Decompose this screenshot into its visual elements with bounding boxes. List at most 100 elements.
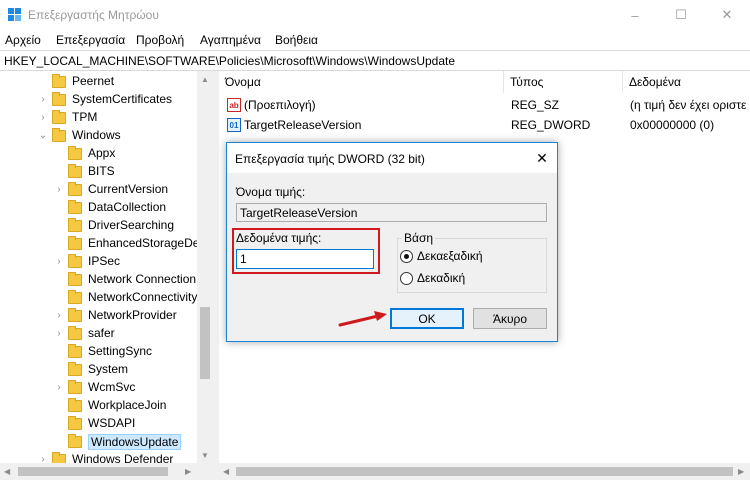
maximize-button[interactable]: ☐: [658, 0, 704, 30]
chevron-right-icon[interactable]: [54, 360, 64, 378]
tree-item[interactable]: BITS: [0, 162, 197, 180]
radio-decimal[interactable]: Δεκαδική: [400, 271, 465, 285]
chevron-right-icon[interactable]: [38, 72, 48, 90]
chevron-right-icon[interactable]: [54, 198, 64, 216]
tree-item-label: CurrentVersion: [88, 182, 169, 196]
chevron-right-icon[interactable]: [54, 270, 64, 288]
chevron-right-icon[interactable]: [54, 342, 64, 360]
tree-item-label: DriverSearching: [88, 218, 175, 232]
tree-item[interactable]: NetworkConnectivity: [0, 288, 197, 306]
folder-icon: [68, 398, 82, 412]
chevron-down-icon[interactable]: ⌄: [38, 126, 48, 144]
folder-icon: [68, 236, 82, 250]
chevron-right-icon[interactable]: [54, 288, 64, 306]
tree-item[interactable]: › NetworkProvider: [0, 306, 197, 324]
value-data-label: Δεδομένα τιμής:: [236, 231, 322, 245]
address-bar[interactable]: HKEY_LOCAL_MACHINE\SOFTWARE\Policies\Mic…: [0, 50, 750, 71]
value-row[interactable]: ab (Προεπιλογή) REG_SZ (η τιμή δεν έχει …: [219, 95, 750, 115]
menu-edit[interactable]: Επεξεργασία: [56, 33, 125, 47]
folder-icon: [68, 326, 82, 340]
tree-item[interactable]: › IPSec: [0, 252, 197, 270]
chevron-right-icon[interactable]: [54, 234, 64, 252]
tree-item[interactable]: WSDAPI: [0, 414, 197, 432]
tree-item-label: WorkplaceJoin: [88, 398, 167, 412]
folder-icon: [68, 272, 82, 286]
menu-help[interactable]: Βοήθεια: [275, 33, 318, 47]
radio-decimal-label: Δεκαδική: [417, 271, 466, 285]
value-name-field[interactable]: TargetReleaseVersion: [236, 203, 547, 222]
radio-hexadecimal-label: Δεκαεξαδική: [417, 249, 483, 263]
chevron-right-icon[interactable]: [54, 432, 64, 450]
chevron-right-icon[interactable]: ›: [38, 90, 48, 108]
menu-view[interactable]: Προβολή: [136, 33, 184, 47]
minimize-button[interactable]: –: [612, 0, 658, 30]
chevron-right-icon[interactable]: ›: [54, 306, 64, 324]
scroll-left-arrow-icon[interactable]: ◀: [223, 467, 229, 476]
tree-item[interactable]: EnhancedStorageDe: [0, 234, 199, 252]
chevron-right-icon[interactable]: ›: [54, 252, 64, 270]
tree-item[interactable]: › WcmSvc: [0, 378, 197, 396]
ok-button[interactable]: OK: [390, 308, 464, 329]
tree-item-label: WSDAPI: [88, 416, 136, 430]
radio-hexadecimal[interactable]: Δεκαεξαδική: [400, 249, 483, 263]
tree-item[interactable]: › safer: [0, 324, 197, 342]
window-title: Επεξεργαστής Μητρώου: [28, 8, 159, 22]
chevron-right-icon[interactable]: [54, 162, 64, 180]
menu-file[interactable]: Αρχείο: [5, 33, 41, 47]
tree-item-label: SettingSync: [88, 344, 153, 358]
tree-item-label: WindowsUpdate: [88, 434, 182, 450]
chevron-right-icon[interactable]: [54, 216, 64, 234]
value-row[interactable]: 01 TargetReleaseVersion REG_DWORD 0x0000…: [219, 115, 750, 135]
value-data: 0x00000000 (0): [630, 118, 715, 132]
tree-item[interactable]: DataCollection: [0, 198, 197, 216]
folder-icon: [68, 344, 82, 358]
scroll-left-arrow-icon[interactable]: ◀: [4, 467, 10, 476]
tree-item[interactable]: Network Connection: [0, 270, 197, 288]
scroll-down-arrow-icon[interactable]: ▼: [201, 451, 209, 460]
scroll-right-arrow-icon[interactable]: ▶: [738, 467, 744, 476]
tree-vertical-scrollbar[interactable]: ▲ ▼: [197, 71, 213, 463]
chevron-right-icon[interactable]: [54, 144, 64, 162]
tree-item[interactable]: WindowsUpdate: [0, 432, 197, 450]
value-name: (Προεπιλογή): [244, 98, 316, 112]
scroll-up-arrow-icon[interactable]: ▲: [201, 75, 209, 84]
registry-editor-icon: [8, 8, 21, 21]
chevron-right-icon[interactable]: [54, 414, 64, 432]
tree-item[interactable]: Appx: [0, 144, 197, 162]
chevron-right-icon[interactable]: ›: [54, 180, 64, 198]
chevron-right-icon[interactable]: ›: [38, 108, 48, 126]
column-header-name[interactable]: Όνομα: [219, 71, 504, 93]
radio-checked-icon[interactable]: [400, 249, 413, 263]
tree-item[interactable]: DriverSearching: [0, 216, 197, 234]
tree-horizontal-scroll-thumb[interactable]: [18, 467, 168, 476]
tree-item[interactable]: System: [0, 360, 197, 378]
tree-horizontal-scrollbar[interactable]: ◀ ▶: [0, 463, 213, 480]
folder-icon: [68, 146, 82, 160]
value-data-input[interactable]: 1: [236, 249, 374, 269]
list-horizontal-scrollbar[interactable]: ◀ ▶: [219, 463, 750, 480]
tree-vertical-scroll-thumb[interactable]: [200, 307, 210, 379]
column-header-type[interactable]: Τύπος: [504, 71, 623, 93]
chevron-right-icon[interactable]: ›: [54, 378, 64, 396]
column-header-data[interactable]: Δεδομένα: [623, 71, 750, 93]
chevron-right-icon[interactable]: [54, 396, 64, 414]
tree-item[interactable]: › CurrentVersion: [0, 180, 197, 198]
chevron-right-icon[interactable]: ›: [54, 324, 64, 342]
dialog-close-button[interactable]: ✕: [531, 147, 553, 169]
tree-item[interactable]: ⌄ Windows: [0, 126, 197, 144]
menu-favorites[interactable]: Αγαπημένα: [200, 33, 261, 47]
list-horizontal-scroll-thumb[interactable]: [236, 467, 733, 476]
tree-item-label: Network Connection: [88, 272, 197, 286]
cancel-button[interactable]: Άκυρο: [473, 308, 547, 329]
value-data: (η τιμή δεν έχει οριστε: [630, 98, 747, 112]
folder-icon: [68, 380, 82, 394]
tree-item[interactable]: WorkplaceJoin: [0, 396, 197, 414]
tree-item[interactable]: › SystemCertificates: [0, 90, 197, 108]
tree-item[interactable]: › TPM: [0, 108, 197, 126]
tree-item[interactable]: SettingSync: [0, 342, 197, 360]
scroll-right-arrow-icon[interactable]: ▶: [185, 467, 191, 476]
tree-item[interactable]: Peernet: [0, 72, 197, 90]
radio-unchecked-icon[interactable]: [400, 271, 413, 285]
folder-icon: [68, 254, 82, 268]
close-window-button[interactable]: ✕: [704, 0, 750, 30]
